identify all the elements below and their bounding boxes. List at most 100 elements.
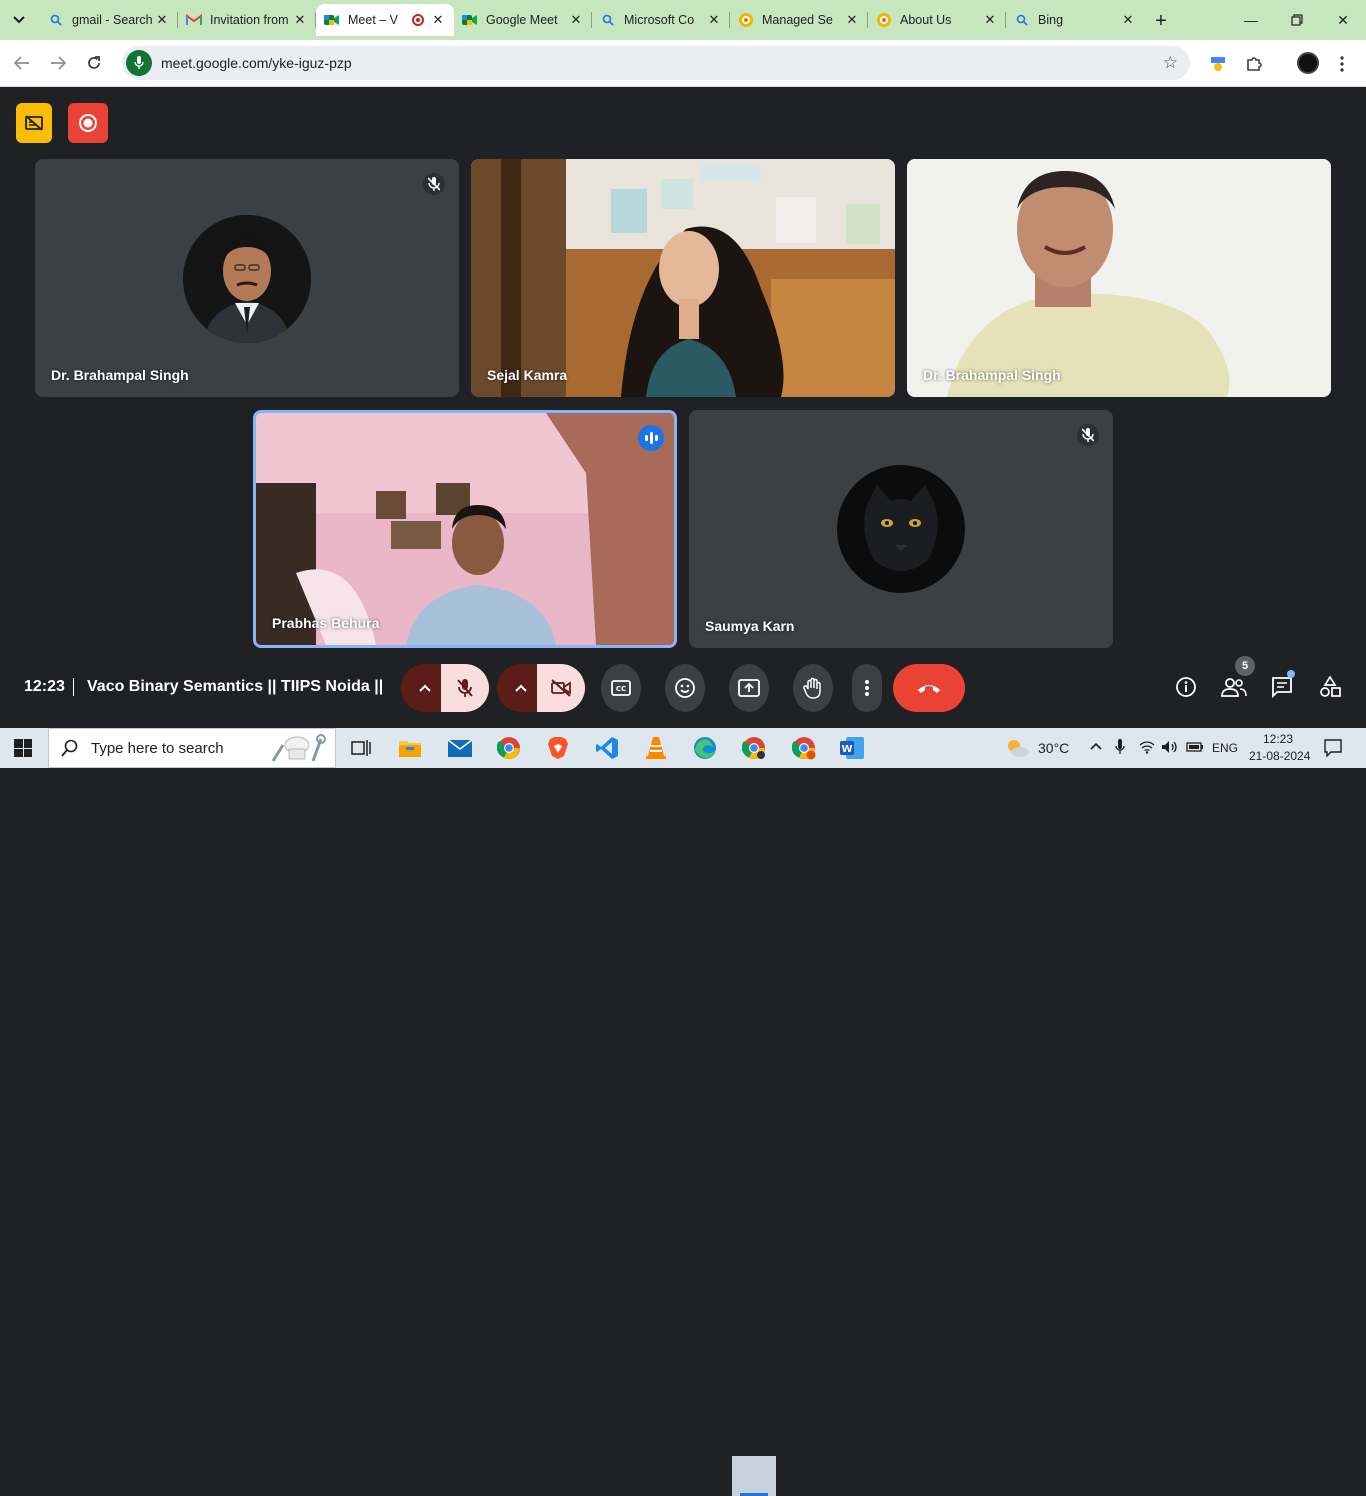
present-screen-button[interactable]	[729, 664, 769, 712]
close-icon[interactable]: ✕	[844, 12, 860, 28]
tab-meet-active[interactable]: Meet – V ✕	[316, 4, 454, 36]
extensions-puzzle-icon[interactable]	[1243, 53, 1265, 75]
tab-google-meet[interactable]: Google Meet ✕	[454, 4, 592, 36]
more-options-button[interactable]	[852, 664, 882, 712]
word-icon[interactable]: W	[839, 735, 865, 761]
notifications-icon[interactable]	[1324, 739, 1342, 760]
minimize-icon[interactable]: —	[1240, 10, 1262, 30]
meeting-title: Vaco Binary Semantics || TIIPS Noida ||	[87, 678, 384, 695]
speaking-indicator-icon	[638, 425, 664, 451]
participant-tile[interactable]: Dr. Brahampal Singh	[35, 159, 459, 397]
tab-about-us[interactable]: About Us ✕	[868, 4, 1006, 36]
people-count-badge: 5	[1235, 656, 1255, 676]
brave-icon[interactable]	[545, 735, 571, 761]
raise-hand-button[interactable]	[793, 664, 833, 712]
vlc-icon[interactable]	[643, 735, 669, 761]
reactions-button[interactable]	[665, 664, 705, 712]
tray-chevron-up-icon[interactable]	[1090, 738, 1102, 754]
windows-start-icon[interactable]	[14, 739, 32, 757]
microphone-tray-icon[interactable]	[1115, 739, 1125, 758]
forward-arrow-icon[interactable]	[47, 52, 69, 74]
leave-call-button[interactable]	[893, 664, 965, 712]
tab-invitation[interactable]: Invitation from ✕	[178, 4, 316, 36]
taskbar-search-box[interactable]: Type here to search	[48, 728, 336, 768]
tab-search-chevron-icon[interactable]	[8, 9, 30, 31]
close-icon[interactable]: ✕	[568, 12, 584, 28]
reload-icon[interactable]	[83, 52, 105, 74]
close-icon[interactable]: ✕	[982, 12, 998, 28]
recording-indicator[interactable]	[68, 103, 108, 143]
chat-notification-dot	[1287, 670, 1295, 678]
tab-microsoft[interactable]: Microsoft Co ✕	[592, 4, 730, 36]
participant-tile[interactable]: Saumya Karn	[689, 410, 1113, 648]
close-icon[interactable]: ✕	[706, 12, 722, 28]
participant-tile-active-speaker[interactable]: Prabhas Behura	[253, 410, 677, 648]
close-icon[interactable]: ✕	[292, 12, 308, 28]
meeting-details-info-icon[interactable]	[1173, 674, 1199, 700]
tab-title: About Us	[900, 13, 952, 27]
search-icon	[600, 12, 616, 28]
browser-toolbar: meet.google.com/yke-iguz-pzp ☆	[0, 40, 1366, 87]
weather-temperature[interactable]: 30°C	[1038, 740, 1069, 756]
captions-icon: CC	[611, 680, 631, 696]
close-icon[interactable]: ✕	[1120, 12, 1136, 28]
present-icon	[738, 679, 760, 697]
tab-title: Microsoft Co	[624, 13, 695, 27]
window-close-icon[interactable]: ✕	[1332, 10, 1354, 30]
restore-icon[interactable]	[1286, 10, 1308, 30]
people-icon[interactable]	[1221, 674, 1247, 700]
bookmark-star-icon[interactable]: ☆	[1163, 53, 1178, 73]
tab-title: Meet – V	[348, 13, 399, 27]
microphone-in-use-icon[interactable]	[126, 50, 152, 76]
volume-icon[interactable]	[1161, 740, 1179, 757]
input-language[interactable]: ENG	[1212, 741, 1238, 755]
edge-icon[interactable]	[692, 735, 718, 761]
participant-tile[interactable]: Sejal Kamra	[471, 159, 895, 397]
mic-off-icon	[457, 679, 473, 697]
participant-video	[256, 413, 674, 645]
participant-tile[interactable]: Dr. Brahampal Singh	[907, 159, 1331, 397]
tab-bing[interactable]: Bing ✕	[1006, 4, 1144, 36]
weather-icon[interactable]	[1004, 735, 1030, 761]
search-placeholder: Type here to search	[91, 739, 224, 757]
microphone-toggle-button[interactable]	[441, 664, 489, 712]
taskbar-time[interactable]: 12:23	[1263, 732, 1293, 746]
activities-icon[interactable]	[1317, 674, 1343, 700]
captions-off-indicator[interactable]	[16, 103, 52, 143]
captions-button[interactable]: CC	[601, 664, 641, 712]
search-icon	[61, 739, 78, 757]
task-view-icon[interactable]	[348, 735, 374, 761]
file-explorer-icon[interactable]	[397, 735, 423, 761]
tab-title: Bing	[1038, 13, 1064, 27]
windows-taskbar: Type here to search W 30°C ENG 12:23 21-…	[0, 728, 1366, 1496]
participant-video	[907, 159, 1331, 397]
svg-text:W: W	[841, 744, 852, 755]
tab-list: gmail - Search ✕ Invitation from ✕ Meet …	[40, 4, 1144, 40]
svg-text:CC: CC	[616, 685, 626, 693]
chrome-icon[interactable]	[496, 735, 522, 761]
camera-toggle-button[interactable]	[537, 664, 585, 712]
taskbar-date[interactable]: 21-08-2024	[1249, 749, 1310, 763]
web-icon	[876, 12, 892, 28]
back-arrow-icon[interactable]	[11, 52, 33, 74]
tab-managed-services[interactable]: Managed Se ✕	[730, 4, 868, 36]
wifi-icon[interactable]	[1139, 740, 1155, 757]
address-bar[interactable]: meet.google.com/yke-iguz-pzp ☆	[122, 46, 1190, 80]
vscode-icon[interactable]	[594, 735, 620, 761]
extension-medal-icon[interactable]	[1207, 53, 1229, 75]
profile-avatar[interactable]	[1297, 52, 1319, 74]
chrome-active-icon[interactable]	[741, 735, 767, 761]
participant-avatar	[183, 215, 311, 343]
tab-title: Google Meet	[486, 13, 558, 27]
recording-icon	[412, 14, 424, 26]
battery-icon[interactable]	[1186, 741, 1204, 756]
mail-icon[interactable]	[447, 735, 473, 761]
browser-tab-strip: gmail - Search ✕ Invitation from ✕ Meet …	[0, 0, 1366, 40]
chrome-profile-icon[interactable]	[791, 735, 817, 761]
browser-menu-icon[interactable]	[1331, 53, 1353, 75]
tab-gmail-search[interactable]: gmail - Search ✕	[40, 4, 178, 36]
close-icon[interactable]: ✕	[430, 12, 446, 28]
close-icon[interactable]: ✕	[154, 12, 170, 28]
new-tab-plus-icon[interactable]: +	[1150, 10, 1172, 32]
url-text: meet.google.com/yke-iguz-pzp	[161, 55, 352, 71]
